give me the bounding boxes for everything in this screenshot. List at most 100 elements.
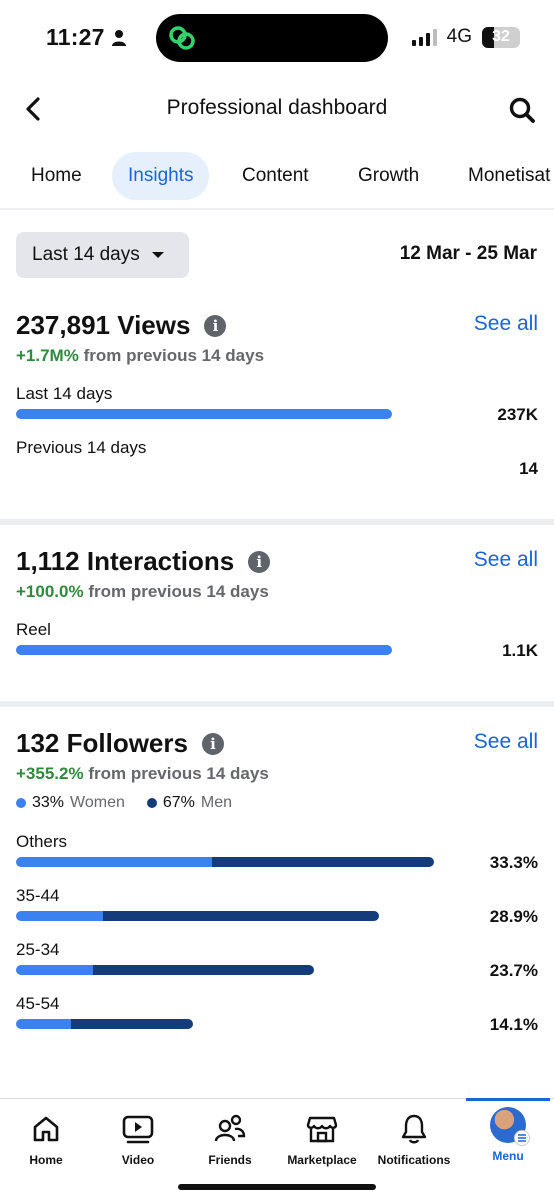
info-icon[interactable]: i — [201, 732, 224, 755]
avatar — [490, 1107, 530, 1146]
interactions-see-all-link[interactable]: See all — [474, 548, 538, 572]
views-title-text: 237,891 Views — [16, 310, 191, 340]
views-bar-track — [16, 463, 392, 473]
tab-home[interactable]: Home — [15, 152, 98, 200]
status-indicators: 4G 32 — [411, 26, 520, 48]
person-icon — [111, 29, 126, 46]
nav-home[interactable]: Home — [0, 1099, 92, 1179]
followers-row-label: 35-44 — [16, 886, 60, 905]
legend-dot-men — [146, 798, 157, 808]
date-range-dropdown-label: Last 14 days — [32, 244, 140, 265]
views-row-value: 14 — [519, 459, 538, 478]
home-icon — [30, 1113, 62, 1145]
date-range-text: 12 Mar - 25 Mar — [399, 243, 537, 264]
nav-marketplace-label: Marketplace — [287, 1153, 357, 1167]
followers-title-text: 132 Followers — [16, 728, 188, 758]
followers-bar-women — [16, 857, 213, 867]
nav-marketplace[interactable]: Marketplace — [276, 1099, 368, 1179]
status-time: 11:27 — [46, 24, 127, 51]
followers-row-value: 23.7% — [489, 961, 538, 980]
interactions-delta-pct: +100.0% — [16, 582, 84, 601]
views-title: 237,891 Views i — [16, 310, 227, 341]
divider — [0, 208, 554, 210]
section-divider — [0, 701, 554, 707]
followers-row-label: 45-54 — [16, 994, 60, 1013]
nav-menu-label: Menu — [492, 1149, 524, 1163]
followers-bar-track — [16, 1019, 434, 1029]
interactions-bar-reel — [16, 645, 392, 655]
video-icon — [122, 1113, 154, 1145]
interactions-title: 1,112 Interactions i — [16, 546, 271, 577]
status-bar: 11:27 4G 32 — [0, 0, 554, 76]
followers-bar-track — [16, 857, 434, 867]
interactions-delta-text: from previous 14 days — [88, 582, 269, 601]
interactions-title-text: 1,112 Interactions — [16, 546, 235, 576]
date-range-dropdown[interactable]: Last 14 days — [16, 232, 189, 278]
views-bar-track — [16, 409, 392, 419]
followers-bar-men — [70, 1019, 193, 1029]
legend-dot-women — [16, 798, 26, 808]
views-row-value: 237K — [497, 405, 538, 424]
interactions-row-value: 1.1K — [502, 641, 538, 660]
battery-icon: 32 — [482, 26, 520, 48]
network-type: 4G — [446, 26, 472, 47]
interactions-bar-track — [16, 645, 392, 655]
section-divider — [0, 519, 554, 525]
followers-see-all-link[interactable]: See all — [474, 730, 538, 754]
nav-notifications[interactable]: Notifications — [368, 1099, 460, 1179]
followers-bar-men — [103, 911, 379, 921]
legend-men-pct: 67% — [162, 794, 195, 811]
nav-video[interactable]: Video — [92, 1099, 184, 1179]
views-row-label: Last 14 days — [16, 384, 113, 403]
tab-growth[interactable]: Growth — [342, 152, 435, 200]
nav-home-label: Home — [29, 1153, 63, 1167]
followers-bar-track — [16, 965, 434, 975]
time-text: 11:27 — [46, 24, 105, 50]
nav-menu[interactable]: Menu — [462, 1099, 554, 1179]
legend-women-pct: 33% — [32, 794, 65, 811]
marketplace-icon — [306, 1113, 338, 1145]
menu-icon — [514, 1130, 530, 1146]
views-see-all-link[interactable]: See all — [474, 312, 538, 336]
legend-men-label: Men — [200, 794, 233, 811]
views-bar-last-14-days — [16, 409, 392, 419]
followers-row-value: 28.9% — [489, 907, 538, 926]
nav-friends[interactable]: Friends — [184, 1099, 276, 1179]
info-icon[interactable]: i — [248, 550, 271, 573]
legend-women-label: Women — [70, 794, 125, 811]
page-title: Professional dashboard — [166, 96, 388, 119]
battery-level: 32 — [492, 28, 510, 45]
nav-notifications-label: Notifications — [377, 1153, 451, 1167]
views-delta-pct: +1.7M% — [16, 346, 79, 365]
views-delta: +1.7M% from previous 14 days — [16, 346, 264, 366]
followers-bar-women — [16, 965, 94, 975]
bell-icon — [398, 1113, 430, 1145]
followers-title: 132 Followers i — [16, 728, 224, 759]
interactions-row-label: Reel — [16, 620, 51, 639]
interactions-delta: +100.0% from previous 14 days — [16, 582, 269, 602]
followers-bar-track — [16, 911, 434, 921]
friends-icon — [214, 1113, 246, 1145]
followers-bar-women — [16, 911, 104, 921]
followers-bar-women — [16, 1019, 71, 1029]
info-icon[interactable]: i — [204, 314, 227, 337]
tab-insights[interactable]: Insights — [112, 152, 210, 200]
followers-delta-text: from previous 14 days — [88, 764, 269, 783]
views-row-label: Previous 14 days — [16, 438, 147, 457]
followers-bar-men — [93, 965, 314, 975]
views-delta-text: from previous 14 days — [83, 346, 265, 365]
home-indicator — [178, 1184, 376, 1190]
tab-monetisation[interactable]: Monetisat — [452, 152, 554, 200]
followers-delta: +355.2% from previous 14 days — [16, 764, 269, 784]
tab-bar: Home Insights Content Growth Monetisat — [0, 152, 554, 202]
chain-link-icon — [169, 26, 195, 50]
tab-content[interactable]: Content — [226, 152, 325, 200]
nav-friends-label: Friends — [208, 1153, 252, 1167]
followers-delta-pct: +355.2% — [16, 764, 84, 783]
search-button[interactable] — [506, 94, 538, 126]
followers-row-label: Others — [16, 832, 68, 851]
followers-row-value: 33.3% — [489, 853, 538, 872]
signal-icon — [411, 28, 437, 46]
followers-row-label: 25-34 — [16, 940, 60, 959]
search-icon — [509, 97, 535, 123]
